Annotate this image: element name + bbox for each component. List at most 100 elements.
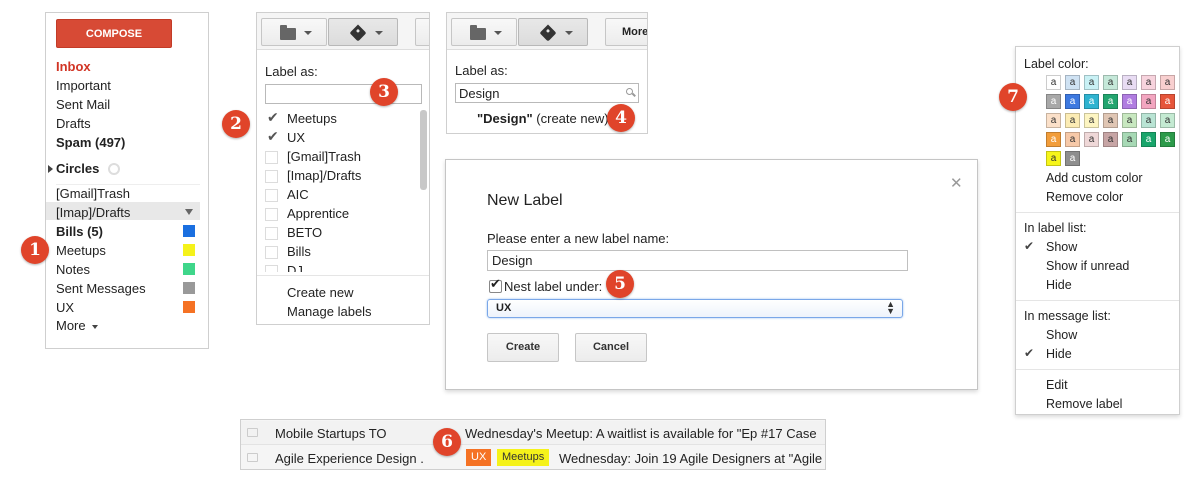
cancel-button[interactable]: Cancel (575, 333, 647, 362)
nav-spam[interactable]: Spam (497) (56, 135, 125, 150)
color-swatch[interactable]: a (1141, 94, 1156, 109)
color-swatch[interactable]: a (1160, 113, 1175, 128)
parent-label-select[interactable]: UX ▲ ▼ (487, 299, 903, 318)
label-option[interactable]: ✔ UX (265, 129, 415, 148)
nav-sent-mail[interactable]: Sent Mail (56, 97, 110, 112)
remove-label-item[interactable]: Remove label (1046, 397, 1122, 411)
color-swatch[interactable]: a (1141, 113, 1156, 128)
more-button[interactable]: More (605, 18, 647, 46)
checkbox[interactable] (265, 227, 278, 240)
label-option[interactable]: AIC (265, 186, 415, 205)
checkbox[interactable] (265, 170, 278, 183)
create-new-label-link[interactable]: Create new (287, 285, 353, 300)
nav-drafts[interactable]: Drafts (56, 116, 91, 131)
remove-color-item[interactable]: Remove color (1046, 190, 1123, 204)
label-option-text: Bills (287, 244, 311, 259)
nav-label-ux[interactable]: UX (56, 300, 74, 315)
color-swatch[interactable]: a (1046, 132, 1061, 147)
label-dropdown-icon[interactable] (185, 209, 193, 215)
checkbox[interactable] (265, 265, 278, 272)
nav-label-meetups[interactable]: Meetups (56, 243, 106, 258)
color-swatch[interactable]: a (1160, 132, 1175, 147)
color-swatch[interactable]: a (1084, 75, 1099, 90)
message-list-hide-item[interactable]: Hide (1046, 347, 1072, 361)
color-swatch[interactable]: a (1141, 75, 1156, 90)
email-row[interactable]: Agile Experience Design . UX Meetups Wed… (241, 446, 825, 469)
label-list-show-item[interactable]: Show (1046, 240, 1077, 254)
nav-circles[interactable]: Circles (56, 161, 99, 176)
color-swatch[interactable]: a (1122, 132, 1137, 147)
label-option[interactable]: [Gmail]Trash (265, 148, 415, 167)
checkbox[interactable] (265, 246, 278, 259)
label-search-input[interactable]: Design (455, 83, 639, 103)
create-new-suggestion[interactable]: "Design" (create new) (477, 111, 609, 126)
color-swatch[interactable]: a (1065, 151, 1080, 166)
nav-inbox[interactable]: Inbox (56, 59, 91, 74)
edit-label-item[interactable]: Edit (1046, 378, 1068, 392)
more-button-partial[interactable] (415, 18, 429, 46)
color-swatch[interactable]: a (1160, 94, 1175, 109)
color-swatch[interactable]: a (1084, 94, 1099, 109)
nav-label-sent-messages[interactable]: Sent Messages (56, 281, 146, 296)
color-swatch[interactable]: a (1046, 113, 1061, 128)
color-swatch[interactable]: a (1103, 94, 1118, 109)
color-swatch[interactable]: a (1046, 94, 1061, 109)
label-chip-meetups[interactable]: Meetups (497, 449, 550, 466)
checkbox[interactable] (265, 151, 278, 164)
color-swatch[interactable]: a (1141, 132, 1156, 147)
label-option[interactable]: [Imap]/Drafts (265, 167, 415, 186)
dialog-prompt: Please enter a new label name: (487, 231, 670, 246)
close-icon[interactable]: ✕ (950, 174, 963, 192)
importance-marker-icon[interactable] (247, 453, 258, 462)
label-option[interactable]: Apprentice (265, 205, 415, 224)
color-swatch[interactable]: a (1065, 113, 1080, 128)
color-swatch[interactable]: a (1046, 75, 1061, 90)
color-swatch[interactable]: a (1122, 113, 1137, 128)
checkbox[interactable] (265, 189, 278, 202)
email-row[interactable]: Mobile Startups TO Wednesday's Meetup: A… (241, 421, 825, 445)
folder-icon (470, 25, 486, 40)
nest-label-checkbox[interactable]: ✔ (489, 277, 502, 293)
label-list-hide-item[interactable]: Hide (1046, 278, 1072, 292)
color-swatch[interactable]: a (1084, 113, 1099, 128)
manage-labels-link[interactable]: Manage labels (287, 304, 372, 319)
checkbox[interactable] (265, 208, 278, 221)
message-list-show-item[interactable]: Show (1046, 328, 1077, 342)
color-swatch[interactable]: a (1103, 132, 1118, 147)
label-option[interactable]: Bills (265, 243, 415, 262)
color-swatch[interactable]: a (1065, 75, 1080, 90)
label-option[interactable]: ✔ Meetups (265, 110, 415, 129)
circles-expand-icon[interactable] (48, 165, 53, 173)
color-swatch[interactable]: a (1122, 94, 1137, 109)
color-swatch[interactable]: a (1084, 132, 1099, 147)
labels-button[interactable] (518, 18, 588, 46)
label-option[interactable]: BETO (265, 224, 415, 243)
nav-label-notes[interactable]: Notes (56, 262, 90, 277)
color-swatch[interactable]: a (1122, 75, 1137, 90)
color-swatch[interactable]: a (1046, 151, 1061, 166)
label-chip-ux[interactable]: UX (466, 449, 492, 466)
labels-button[interactable] (328, 18, 398, 46)
color-swatch[interactable]: a (1160, 75, 1175, 90)
color-swatch[interactable]: a (1103, 113, 1118, 128)
nav-label-bills[interactable]: Bills (5) (56, 224, 103, 239)
nav-label-imap-drafts[interactable]: [Imap]/Drafts (56, 205, 130, 220)
label-search-input[interactable] (265, 84, 422, 104)
create-button[interactable]: Create (487, 333, 559, 362)
scrollbar-thumb[interactable] (420, 110, 427, 190)
nav-important[interactable]: Important (56, 78, 111, 93)
color-swatch[interactable]: a (1065, 94, 1080, 109)
add-custom-color-item[interactable]: Add custom color (1046, 171, 1143, 185)
label-option[interactable]: DJ (265, 262, 415, 272)
create-new-suffix: (create new) (532, 111, 609, 126)
move-to-button[interactable] (451, 18, 517, 46)
color-swatch[interactable]: a (1103, 75, 1118, 90)
nav-more[interactable]: More (56, 318, 99, 333)
nav-label-gmail-trash[interactable]: [Gmail]Trash (56, 186, 130, 201)
label-list-show-if-unread-item[interactable]: Show if unread (1046, 259, 1129, 273)
move-to-button[interactable] (261, 18, 327, 46)
color-swatch[interactable]: a (1065, 132, 1080, 147)
label-name-input[interactable]: Design (487, 250, 908, 271)
compose-button[interactable]: COMPOSE (56, 19, 172, 48)
importance-marker-icon[interactable] (247, 428, 258, 437)
